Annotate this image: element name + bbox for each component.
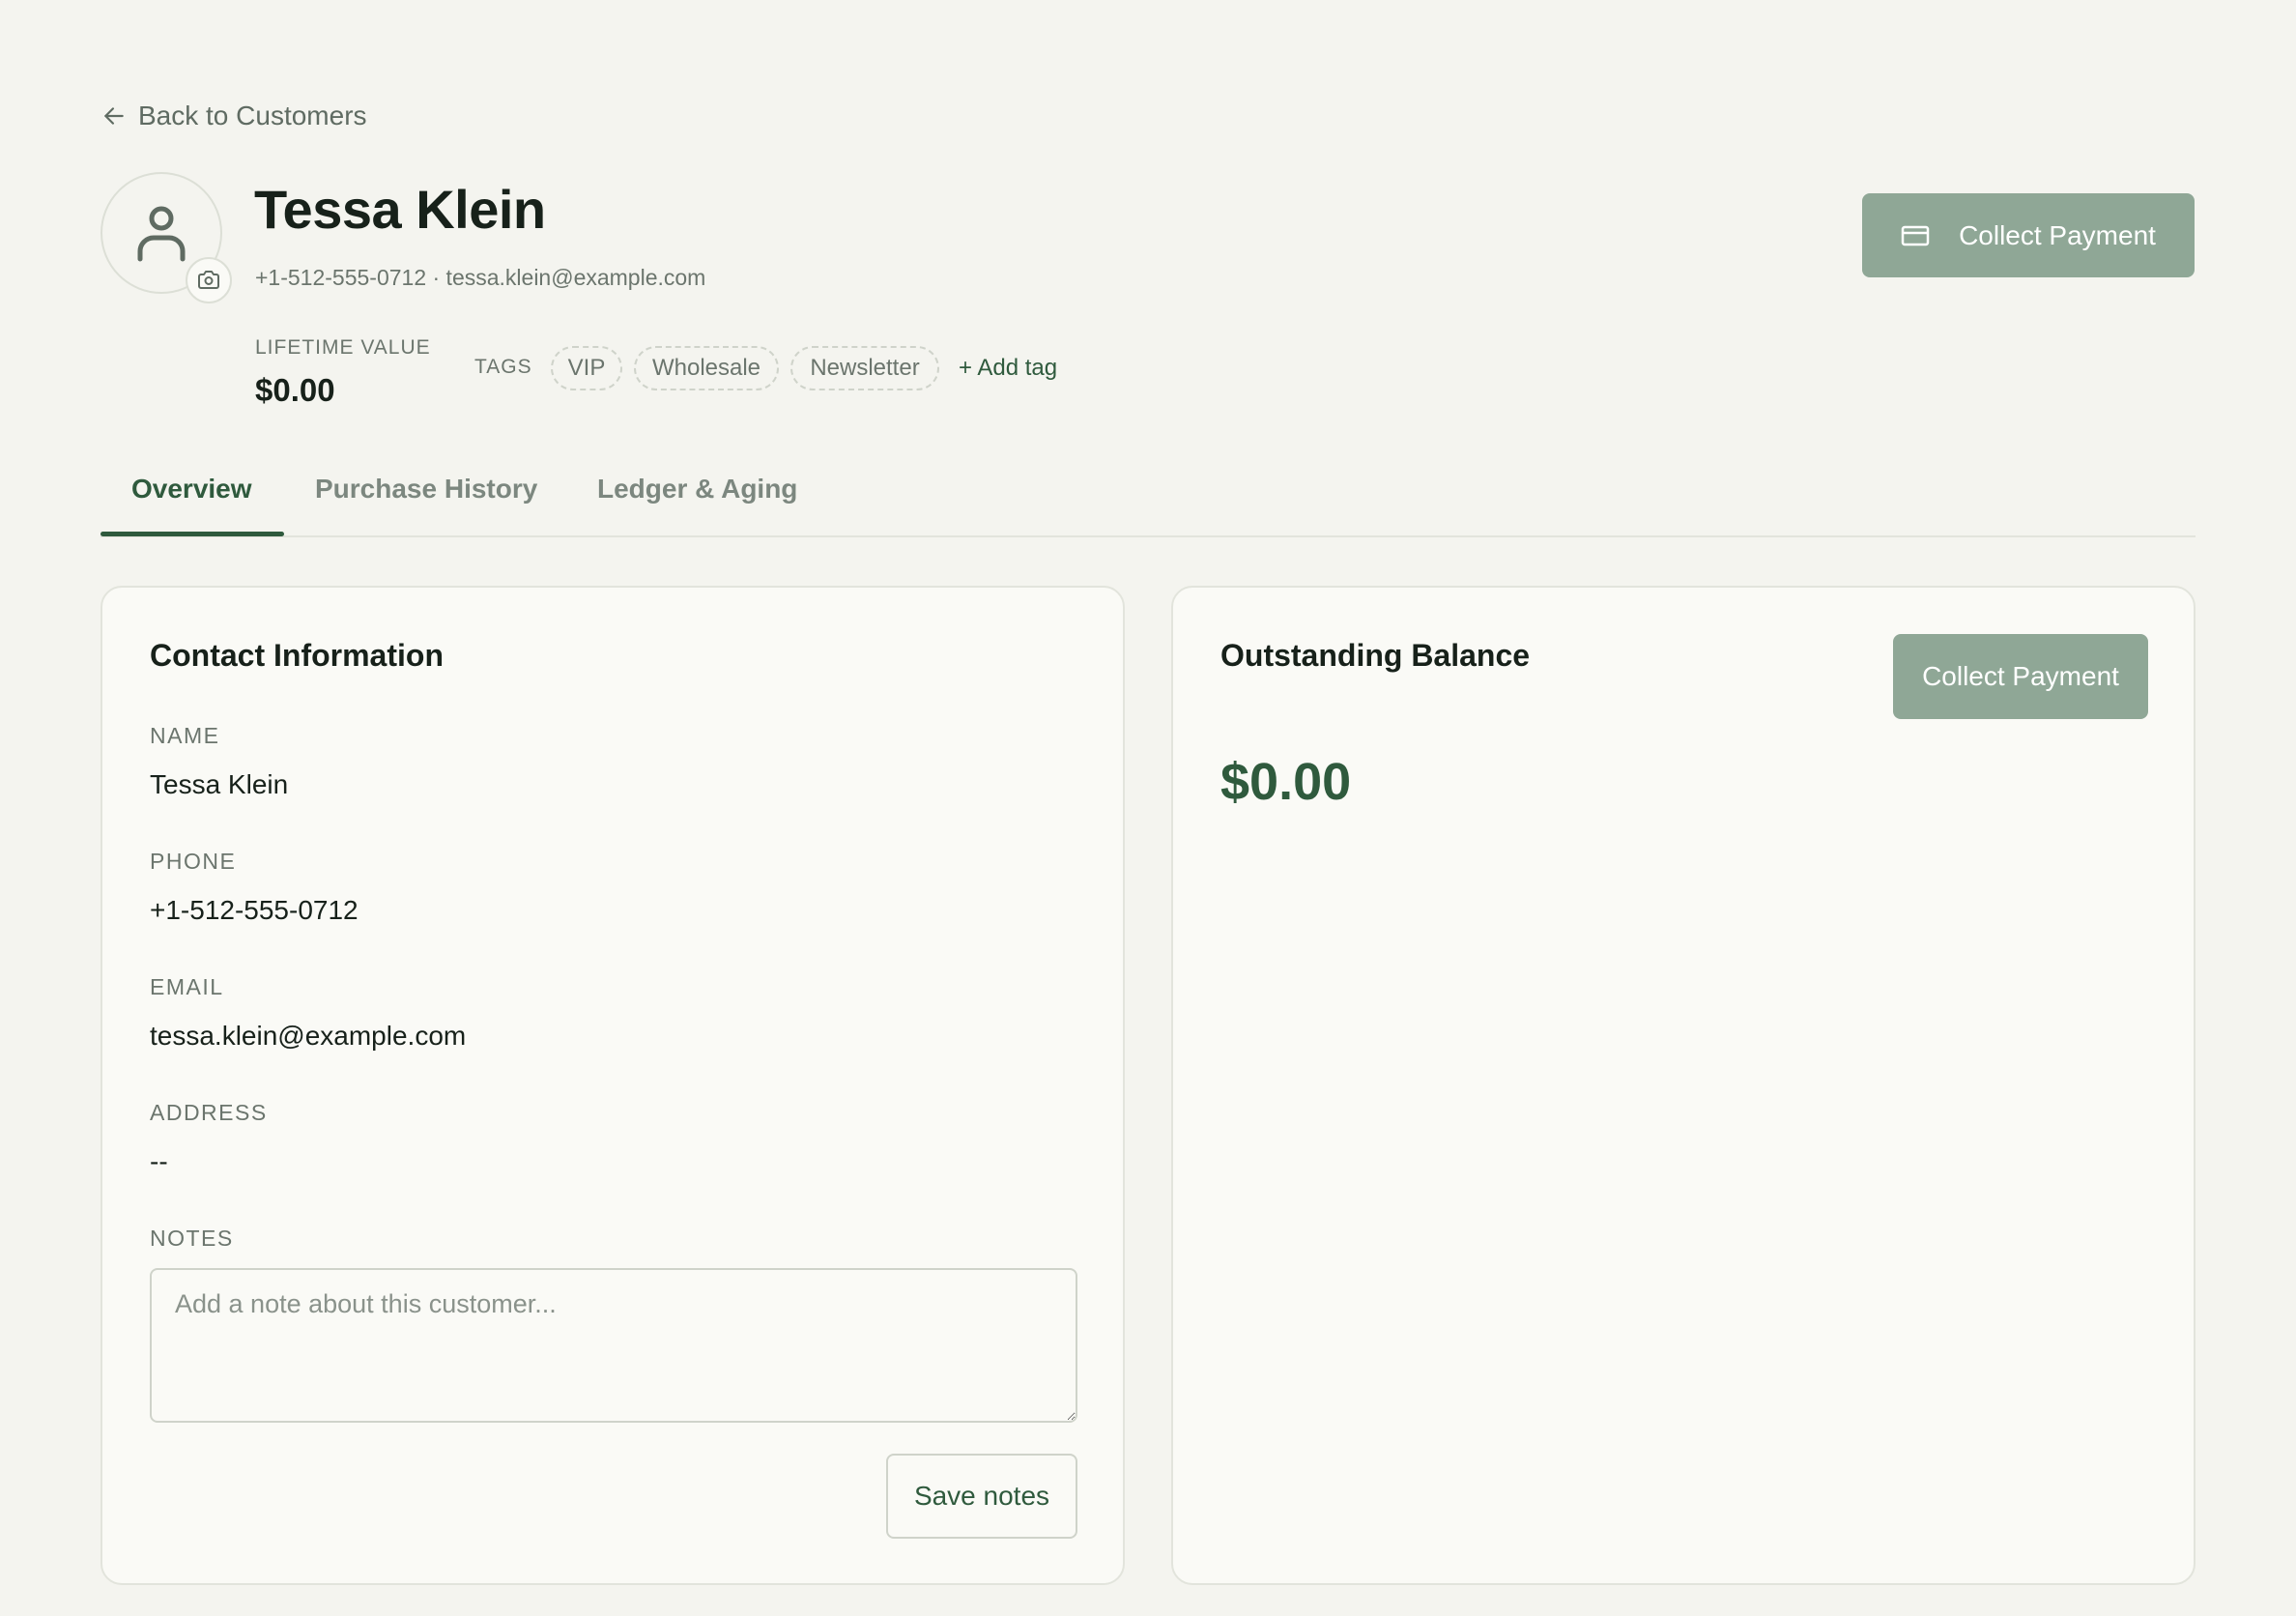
customer-contact-line: +1-512-555-0712 · tessa.klein@example.co… — [255, 265, 706, 290]
tag-wholesale[interactable]: Wholesale — [634, 346, 779, 390]
back-to-customers-link[interactable]: Back to Customers — [101, 101, 367, 131]
tab-purchase-history[interactable]: Purchase History — [315, 474, 537, 505]
phone-value: +1-512-555-0712 — [150, 895, 359, 925]
add-tag-button[interactable]: + Add tag — [959, 355, 1057, 382]
balance-card-title: Outstanding Balance — [1220, 638, 1531, 673]
lifetime-value: $0.00 — [255, 372, 335, 408]
contact-card-title: Contact Information — [150, 638, 444, 673]
camera-icon — [198, 271, 219, 289]
email-label: EMAIL — [150, 974, 224, 999]
outstanding-balance-card: Outstanding Balance Collect Payment $0.0… — [1171, 586, 2196, 1585]
email-value: tessa.klein@example.com — [150, 1021, 467, 1051]
save-notes-button[interactable]: Save notes — [886, 1454, 1077, 1539]
notes-label: NOTES — [150, 1226, 234, 1251]
phone-label: PHONE — [150, 849, 237, 874]
customer-name: Tessa Klein — [254, 179, 546, 240]
contact-information-card: Contact Information NAME Tessa Klein PHO… — [100, 586, 1125, 1585]
back-link-label: Back to Customers — [138, 101, 367, 130]
notes-textarea[interactable] — [150, 1268, 1077, 1423]
change-photo-button[interactable] — [186, 257, 232, 303]
address-value: -- — [150, 1146, 168, 1176]
address-label: ADDRESS — [150, 1100, 268, 1125]
tab-bar: Overview Purchase History Ledger & Aging — [100, 454, 2196, 537]
active-tab-indicator — [100, 532, 284, 536]
tag-newsletter[interactable]: Newsletter — [790, 346, 939, 390]
arrow-left-icon — [104, 107, 124, 125]
tab-ledger-aging[interactable]: Ledger & Aging — [597, 474, 797, 505]
lifetime-value-label: LIFETIME VALUE — [255, 336, 431, 359]
customer-detail-page: Back to Customers Tessa Klein +1-512-555… — [0, 0, 2296, 1616]
name-label: NAME — [150, 723, 220, 748]
collect-payment-button[interactable]: Collect Payment — [1862, 193, 2195, 277]
user-icon — [137, 206, 186, 262]
tab-overview[interactable]: Overview — [131, 474, 252, 505]
collect-payment-card-button[interactable]: Collect Payment — [1893, 634, 2148, 719]
name-value: Tessa Klein — [150, 769, 289, 799]
tags-label: TAGS — [474, 356, 532, 378]
tag-vip[interactable]: VIP — [551, 346, 622, 390]
collect-payment-label: Collect Payment — [1959, 219, 2156, 250]
outstanding-balance-amount: $0.00 — [1220, 753, 1352, 811]
credit-card-icon — [1901, 225, 1930, 245]
